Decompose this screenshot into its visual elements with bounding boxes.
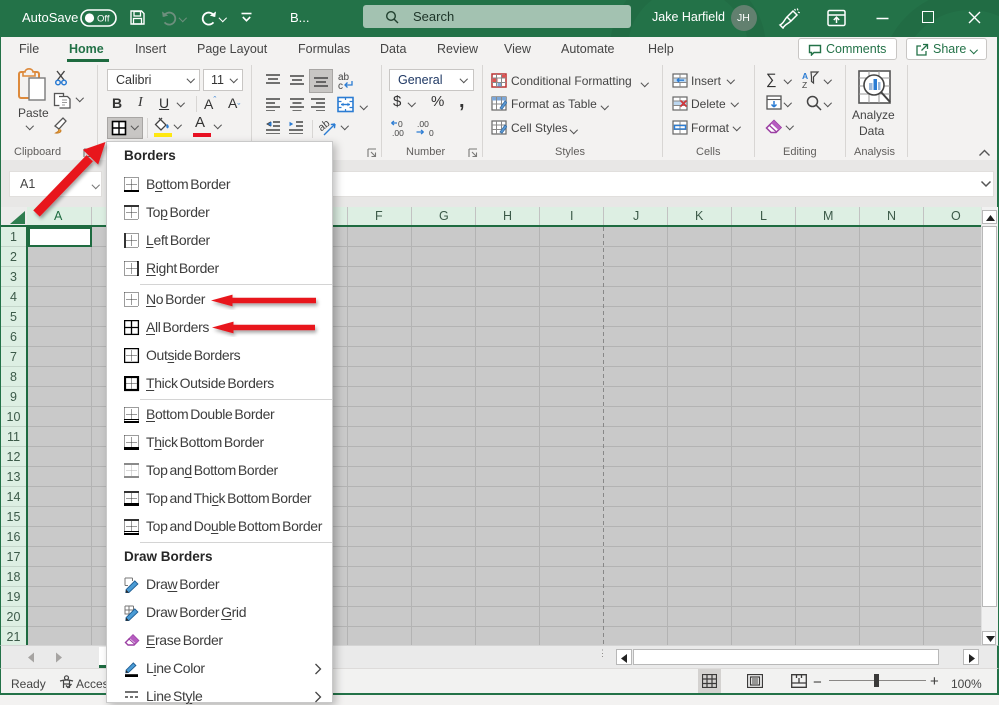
svg-text:c: c (338, 81, 343, 90)
svg-text:Off: Off (97, 14, 110, 25)
svg-text:ab: ab (319, 118, 332, 134)
svg-text:0: 0 (429, 128, 434, 137)
svg-text:.00: .00 (392, 128, 404, 137)
svg-text:.00: .00 (417, 119, 429, 129)
svg-text:Z: Z (802, 80, 807, 89)
